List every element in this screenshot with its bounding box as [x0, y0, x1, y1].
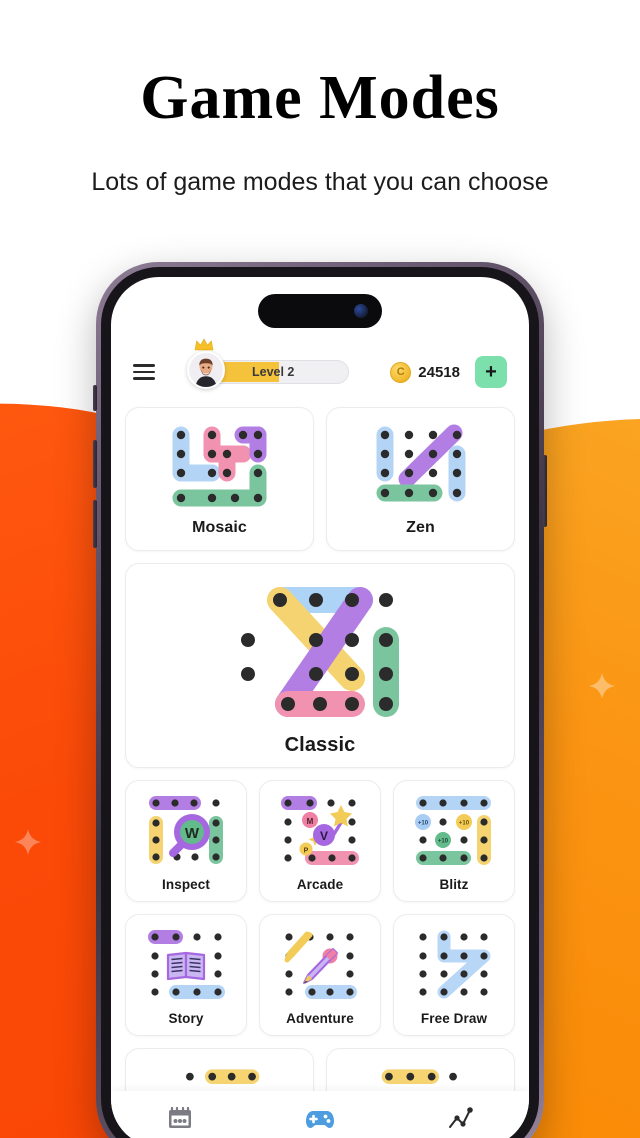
phone-button-power [543, 455, 547, 527]
blitz-art: +10 +10 +10 [415, 795, 491, 865]
mode-card-zen[interactable]: Zen [326, 407, 515, 551]
mode-label: Arcade [296, 876, 344, 892]
avatar-image [187, 351, 225, 389]
nav-item-stats[interactable] [446, 1105, 474, 1133]
mode-card-inspect[interactable]: W Inspect [125, 780, 247, 902]
adventure-art [284, 931, 357, 999]
gamepad-icon [306, 1111, 334, 1128]
phone-button-mute [93, 385, 97, 411]
zen-art [376, 424, 465, 502]
mode-label: Free Draw [420, 1010, 488, 1026]
pencil-icon [303, 947, 338, 984]
stats-chart-icon [449, 1107, 473, 1128]
hamburger-menu-icon[interactable] [133, 364, 155, 380]
mode-label: Classic [284, 734, 356, 756]
mode-label: Adventure [286, 1010, 354, 1026]
nav-item-games[interactable] [304, 1105, 336, 1133]
modes-row-1: Mosaic Zen [125, 407, 515, 551]
page-subtitle: Lots of game modes that you can choose [91, 168, 549, 196]
blitz-badge-2: +10 [459, 820, 470, 826]
app-header: Level 2 C 24518 + [111, 338, 529, 395]
mode-card-arcade[interactable]: M V P Arcade [259, 780, 381, 902]
phone-button-volume-up [93, 440, 97, 488]
page-title: Game Modes [140, 64, 500, 132]
level-label: Level 2 [252, 365, 295, 379]
mode-label: Mosaic [192, 519, 247, 536]
coin-balance: C 24518 + [390, 356, 507, 388]
mode-label: Blitz [439, 876, 469, 892]
calendar-icon [169, 1106, 191, 1128]
arcade-art: M V P [281, 795, 359, 865]
mode-label: Story [168, 1010, 204, 1026]
poster-page: Game Modes Lots of game modes that you c… [0, 0, 640, 1138]
arcade-badge-m: M [307, 817, 314, 826]
mode-label: Inspect [162, 876, 210, 892]
dynamic-island [258, 294, 382, 328]
nav-item-calendar[interactable] [166, 1105, 194, 1133]
front-camera-icon [354, 304, 368, 318]
mode-card-mosaic[interactable]: Mosaic [125, 407, 314, 551]
sparkle-icon-left [14, 828, 42, 856]
mode-card-classic[interactable]: Classic [125, 563, 515, 768]
phone-bezel: Level 2 C 24518 + Mosaic Zen Classic W I… [101, 267, 539, 1138]
book-icon [166, 951, 206, 980]
blitz-badge-1: +10 [418, 820, 429, 826]
mode-card-story[interactable]: Story [125, 914, 247, 1036]
phone-screen: Level 2 C 24518 + Mosaic Zen Classic W I… [111, 277, 529, 1138]
classic-art [241, 587, 399, 717]
blitz-badge-3: +10 [438, 838, 449, 844]
inspect-art: W [149, 795, 223, 864]
modes-row-3: W Inspect M V P Arcade +10 +10 +10 Blitz [125, 780, 515, 902]
mode-label: Zen [406, 519, 435, 536]
arcade-badge-v: V [320, 829, 328, 843]
mode-card-free-draw[interactable]: Free Draw [393, 914, 515, 1036]
phone-button-volume-down [93, 500, 97, 548]
phone-mockup: Level 2 C 24518 + Mosaic Zen Classic W I… [96, 262, 544, 1138]
avatar[interactable] [187, 338, 225, 389]
arcade-badge-p: P [304, 847, 309, 854]
mode-card-adventure[interactable]: Adventure [259, 914, 381, 1036]
coin-count: 24518 [418, 363, 460, 381]
mode-card-blitz[interactable]: +10 +10 +10 Blitz [393, 780, 515, 902]
free-draw-art [419, 930, 491, 998]
modes-row-featured: Classic [125, 563, 515, 768]
bottom-navigation[interactable] [111, 1091, 529, 1138]
add-coins-button[interactable]: + [475, 356, 507, 388]
coin-icon: C [390, 361, 412, 383]
modes-row-4: Story Adventure Free Draw [125, 914, 515, 1036]
game-modes-list[interactable]: Mosaic Zen Classic W Inspect M V P Arcad… [111, 399, 529, 1138]
level-progress[interactable]: Level 2 [187, 338, 349, 389]
inspect-badge-letter: W [185, 825, 200, 842]
sparkle-icon-right [588, 672, 616, 700]
story-art [148, 929, 225, 999]
mosaic-art [172, 426, 266, 507]
